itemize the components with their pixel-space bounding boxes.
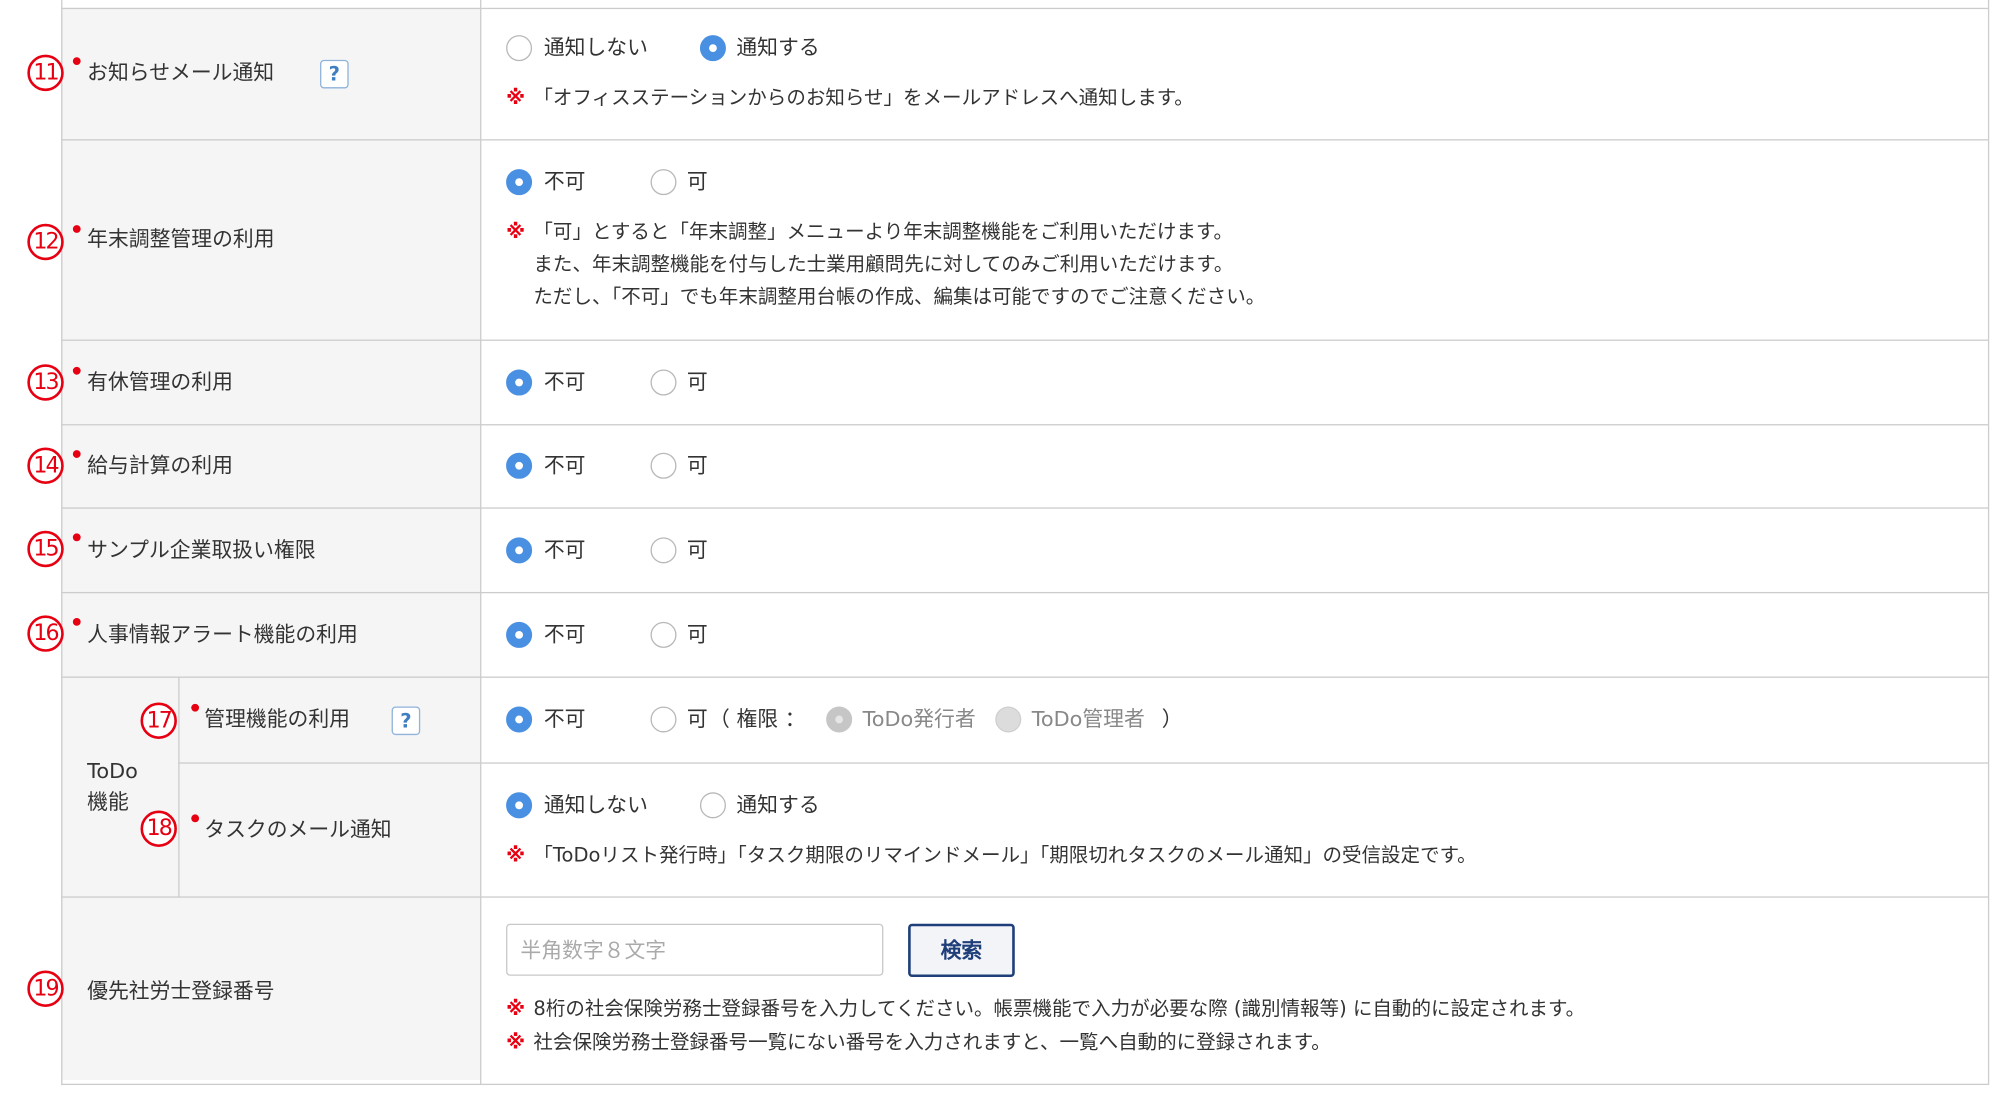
hr-alert-label: 人事情報アラート機能の利用 — [87, 621, 358, 647]
paid-leave-option-yes[interactable]: 可 — [687, 369, 708, 395]
year-end-label: 年末調整管理の利用 — [87, 226, 275, 252]
hr-alert-radio-no[interactable] — [506, 621, 533, 648]
note-mark: ※ — [506, 85, 526, 110]
row-divider — [178, 762, 1988, 764]
sample-company-radio-yes[interactable] — [650, 537, 677, 564]
task-mail-option-off[interactable]: 通知しない — [544, 792, 648, 818]
required-mark — [191, 814, 200, 823]
row-number-badge: 18 — [140, 810, 177, 847]
row-number-badge: 17 — [140, 702, 177, 739]
row-divider — [61, 676, 1988, 678]
row-divider — [61, 7, 1988, 10]
hr-alert-option-yes[interactable]: 可 — [687, 622, 708, 648]
sharoushi-label: 優先社労士登録番号 — [87, 978, 275, 1004]
todo-manage-radio-yes[interactable] — [650, 706, 677, 733]
search-button[interactable]: 検索 — [908, 923, 1015, 978]
required-mark — [72, 533, 81, 542]
todo-manage-radio-no[interactable] — [506, 706, 533, 733]
required-mark — [72, 617, 81, 626]
perm-admin-option[interactable]: ToDo管理者 — [1032, 706, 1145, 732]
paid-leave-radio-yes[interactable] — [650, 369, 677, 396]
payroll-radio-no[interactable] — [506, 452, 533, 479]
sharoushi-number-input[interactable] — [506, 923, 884, 976]
row-divider — [61, 591, 1988, 594]
year-end-option-no[interactable]: 不可 — [544, 169, 586, 195]
year-end-radio-yes[interactable] — [650, 169, 677, 196]
row-divider — [61, 139, 1988, 141]
paid-leave-radio-no[interactable] — [506, 369, 533, 396]
sample-company-option-no[interactable]: 不可 — [544, 537, 586, 563]
perm-issuer-radio[interactable] — [826, 706, 853, 733]
task-mail-label: タスクのメール通知 — [204, 817, 392, 842]
row-divider — [61, 339, 1988, 341]
required-mark — [72, 57, 81, 66]
row-number-badge: 11 — [27, 54, 64, 92]
settings-form: 11 お知らせメール通知 ? 通知しない 通知する ※ 「オフィスステーションか… — [0, 0, 2010, 1097]
required-mark — [72, 225, 81, 233]
task-mail-radio-on[interactable] — [699, 792, 726, 819]
paid-leave-option-no[interactable]: 不可 — [544, 369, 586, 395]
note-mark: ※ — [506, 843, 526, 867]
mail-notice-radio-off[interactable] — [506, 35, 533, 62]
mail-notice-option-on[interactable]: 通知する — [736, 35, 819, 61]
mail-notice-option-off[interactable]: 通知しない — [544, 35, 648, 61]
permission-close-label: ） — [1161, 706, 1183, 732]
required-mark — [72, 366, 81, 375]
task-mail-radio-off[interactable] — [506, 792, 533, 819]
todo-group-label: ToDo — [87, 758, 138, 784]
hr-alert-radio-yes[interactable] — [650, 621, 677, 648]
todo-manage-label: 管理機能の利用 — [204, 706, 350, 732]
payroll-option-yes[interactable]: 可 — [687, 453, 708, 479]
year-end-note-line: また、年末調整機能を付与した士業用顧問先に対してのみご利用いただけます。 — [533, 252, 1234, 276]
help-icon[interactable]: ? — [320, 59, 349, 89]
sharoushi-note-line: 社会保険労務士登録番号一覧にない番号を入力されますと、一覧へ自動的に登録されます… — [533, 1030, 1331, 1054]
todo-manage-option-no[interactable]: 不可 — [544, 706, 586, 732]
column-divider — [480, 0, 482, 1086]
mail-notice-radio-on[interactable] — [699, 35, 726, 62]
help-icon[interactable]: ? — [391, 706, 421, 736]
sharoushi-note-line: 8桁の社会保険労務士登録番号を入力してください。帳票機能で入力が必要な際 (識別… — [533, 996, 1586, 1020]
permission-open-label: （ 権限 ： — [709, 706, 806, 732]
task-mail-option-on[interactable]: 通知する — [736, 792, 819, 818]
mail-notice-note: 「オフィスステーションからのお知らせ」をメールアドレスへ通知します。 — [533, 85, 1194, 110]
year-end-radio-no[interactable] — [506, 169, 533, 196]
row-divider — [61, 424, 1988, 426]
row-number-badge: 15 — [27, 530, 64, 568]
payroll-radio-yes[interactable] — [650, 452, 677, 479]
note-mark: ※ — [506, 1030, 526, 1054]
table-right-border — [1987, 0, 1990, 1086]
note-mark: ※ — [506, 996, 526, 1020]
required-mark — [191, 703, 200, 712]
row-number-badge: 16 — [27, 615, 64, 652]
row-number-badge: 19 — [27, 970, 64, 1007]
row-divider — [61, 896, 1988, 898]
todo-group-label: 機能 — [87, 789, 129, 815]
year-end-note-line: 「可」とすると「年末調整」メニューより年末調整機能をご利用いただけます。 — [533, 219, 1234, 244]
sample-company-label: サンプル企業取扱い権限 — [87, 537, 316, 563]
note-mark: ※ — [506, 219, 526, 244]
row-number-badge: 13 — [27, 364, 64, 401]
perm-admin-radio[interactable] — [995, 706, 1022, 733]
required-mark — [72, 450, 81, 458]
payroll-label: 給与計算の利用 — [87, 452, 233, 478]
row-divider — [61, 507, 1988, 509]
perm-issuer-option[interactable]: ToDo発行者 — [863, 706, 976, 732]
paid-leave-label: 有休管理の利用 — [87, 369, 233, 395]
row-number-badge: 14 — [27, 447, 64, 484]
sample-company-radio-no[interactable] — [506, 537, 533, 564]
todo-group-divider — [178, 676, 180, 898]
payroll-option-no[interactable]: 不可 — [544, 453, 586, 479]
hr-alert-option-no[interactable]: 不可 — [544, 622, 586, 648]
sample-company-option-yes[interactable]: 可 — [687, 537, 708, 563]
mail-notice-label: お知らせメール通知 — [87, 59, 275, 85]
task-mail-note: 「ToDoリスト発行時」「タスク期限のリマインドメール」「期限切れタスクのメール… — [533, 843, 1477, 867]
todo-manage-option-yes[interactable]: 可 — [687, 706, 708, 732]
year-end-option-yes[interactable]: 可 — [687, 169, 708, 195]
year-end-note-line: ただし、「不可」でも年末調整用台帳の作成、編集は可能ですのでご注意ください。 — [533, 284, 1266, 309]
row-number-badge: 12 — [27, 223, 64, 261]
row-divider — [61, 1083, 1988, 1086]
